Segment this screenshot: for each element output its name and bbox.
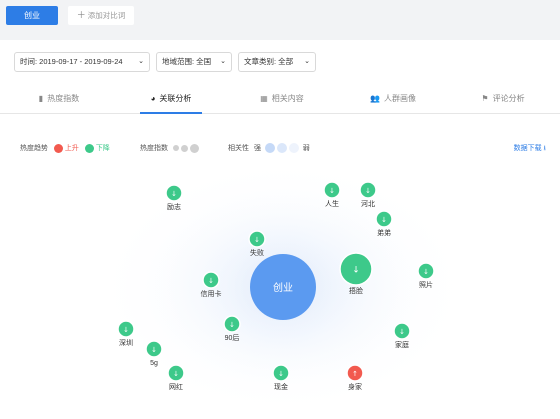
heat-small-dot-icon [172,145,179,152]
arrow-down-icon: ↓ [329,187,335,195]
category-filter-label: 文章类别: 全部 [244,57,294,66]
add-compare-label: 添加对比词 [87,11,126,20]
analysis-tabs: ▮ 热度指数 ◕ 关联分析 ▦ 相关内容 👥 人群画像 ⚑ 评论分析 [0,86,560,114]
relation-graph: ↓ 励志 ↓ 人生 ↓ 河北 ↓ 弟弟 ↓ 失败 ↓ 信用卡 ↓ 捂脸 ↓ 照片 ↓ 90后 ↓ 深圳 ↓ 5g ↓ 家庭 ↓ 网… [91,160,475,419]
graph-node[interactable]: ↓ 人生 [323,181,341,208]
trend-legend: 热度趋势 上升 下降 [20,143,110,155]
region-filter[interactable]: 地域范围: 全国 ⌄ [156,52,232,72]
chevron-down-icon: ⌄ [304,58,310,65]
node-label: 身家 [348,382,362,391]
download-label: 数据下载 [513,145,542,152]
data-download-link[interactable]: 数据下载 ⭳ [514,143,546,155]
node-label: 现金 [274,382,288,391]
arrow-down-icon: ↓ [151,346,157,354]
people-icon: 👥 [370,94,380,103]
node-label: 信用卡 [201,289,222,298]
node-label: 网红 [169,382,183,391]
graph-node[interactable]: ↓ 90后 [223,315,241,342]
up-label: 上升 [64,145,79,152]
bar-chart-icon: ▮ [38,94,44,103]
tab-label: 相关内容 [271,94,304,103]
time-filter[interactable]: 时间: 2019-09-17 - 2019-09-24 ⌄ [14,52,150,72]
node-label: 5g [150,360,158,367]
down-dot-icon [84,143,94,153]
down-label: 下降 [95,145,110,152]
heat-legend-label: 热度指数 [140,145,168,152]
relevance-legend: 相关性 强 弱 [228,143,310,155]
graph-node[interactable]: ↓ 失败 [248,230,266,257]
arrow-down-icon: ↓ [381,216,387,224]
node-label: 家庭 [395,340,409,349]
tab-heat-index[interactable]: ▮ 热度指数 [22,86,96,114]
graph-node[interactable]: ↓ 励志 [165,184,183,211]
plus-icon: ＋ [76,10,86,20]
chevron-down-icon: ⌄ [138,58,144,65]
download-icon: ⭳ [543,145,546,152]
center-label: 创业 [273,281,293,294]
add-compare-button[interactable]: ＋添加对比词 [68,6,134,25]
pie-chart-icon: ◕ [150,94,156,103]
weak-label: 弱 [302,145,310,152]
chevron-down-icon: ⌄ [220,58,226,65]
category-filter[interactable]: 文章类别: 全部 ⌄ [238,52,316,72]
node-label: 励志 [167,202,181,211]
tab-label: 人群画像 [383,94,416,103]
arrow-down-icon: ↓ [423,268,429,276]
node-label: 照片 [419,280,433,289]
graph-node[interactable]: ↑ 身家 [346,364,364,391]
graph-node[interactable]: ↓ 家庭 [393,322,411,349]
node-label: 人生 [325,199,339,208]
arrow-down-icon: ↓ [229,321,235,329]
heat-legend: 热度指数 [140,143,199,155]
graph-node[interactable]: ↓ 网红 [167,364,185,391]
tab-audience-profile[interactable]: 👥 人群画像 [356,86,430,114]
center-node[interactable]: 创业 [250,254,316,320]
arrow-down-icon: ↓ [254,236,260,244]
node-label: 弟弟 [377,228,391,237]
node-label: 捂脸 [349,286,363,295]
arrow-down-icon: ↓ [365,187,371,195]
graph-node[interactable]: ↓ 弟弟 [375,210,393,237]
graph-node[interactable]: ↓ 河北 [359,181,377,208]
tab-label: 热度指数 [47,94,80,103]
node-label: 河北 [361,200,375,208]
arrow-up-icon: ↑ [352,370,358,378]
arrow-down-icon: ↓ [123,326,129,334]
graph-node[interactable]: ↓ 现金 [272,364,290,391]
tab-label: 关联分析 [159,94,192,103]
node-label: 失败 [250,248,264,257]
node-label: 90后 [225,333,240,342]
up-dot-icon [53,143,63,153]
grid-icon: ▦ [260,94,268,103]
keyword-bar: 创业 ＋添加对比词 [0,0,560,40]
tab-related-content[interactable]: ▦ 相关内容 [245,86,319,114]
tab-relation-analysis[interactable]: ◕ 关联分析 [134,86,208,114]
tab-comment-analysis[interactable]: ⚑ 评论分析 [466,86,540,114]
arrow-down-icon: ↓ [278,370,284,378]
region-filter-label: 地域范围: 全国 [162,57,212,66]
keyword-tab[interactable]: 创业 [6,6,58,25]
node-label: 深圳 [119,338,133,347]
relevance-medium-dot-icon [276,143,287,154]
arrow-down-icon: ↓ [171,190,177,198]
relevance-legend-label: 相关性 [228,145,249,152]
arrow-down-icon: ↓ [208,277,214,285]
heat-large-dot-icon [189,143,199,153]
graph-node[interactable]: ↓ 照片 [417,262,435,289]
arrow-down-icon: ↓ [173,370,179,378]
heat-medium-dot-icon [180,144,188,152]
trend-legend-label: 热度趋势 [20,145,48,152]
tab-label: 评论分析 [492,94,525,103]
relevance-weak-dot-icon [288,143,299,154]
arrow-down-icon: ↓ [399,328,405,336]
strong-label: 强 [253,145,261,152]
graph-node[interactable]: ↓ 深圳 [117,320,135,347]
arrow-down-icon: ↓ [352,266,360,276]
relevance-strong-dot-icon [264,143,275,154]
comment-icon: ⚑ [481,94,489,103]
time-filter-label: 时间: 2019-09-17 - 2019-09-24 [20,57,123,66]
